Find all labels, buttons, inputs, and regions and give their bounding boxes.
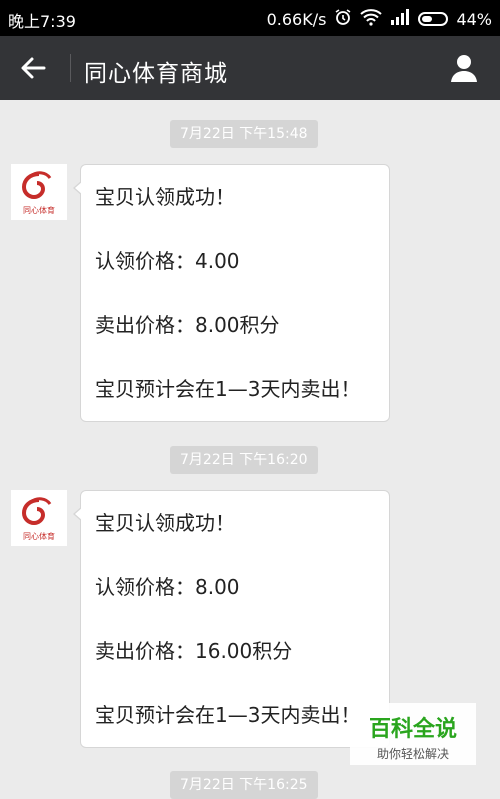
avatar[interactable]: 同心体育 (11, 164, 67, 220)
battery-level: 44% (456, 9, 492, 29)
message-line: 宝贝预计会在1—3天内卖出！ (95, 703, 361, 727)
wifi-icon (360, 8, 383, 30)
watermark-title: 百科全说 (368, 717, 457, 742)
page-title: 同心体育商城 (84, 61, 228, 87)
message-timestamp: 7月22日 下午16:20 (170, 446, 318, 474)
message-line: 宝贝预计会在1—3天内卖出！ (95, 377, 361, 401)
watermark-subtitle: 助你轻松解决 (376, 747, 449, 761)
tongxin-logo-icon: 同心体育 (21, 497, 55, 541)
svg-text:同心体育: 同心体育 (23, 205, 55, 215)
signal-icon (390, 9, 410, 29)
message-line: 宝贝认领成功！ (95, 511, 235, 535)
avatar[interactable]: 同心体育 (11, 490, 67, 546)
message-line: 宝贝认领成功！ (95, 185, 235, 209)
nav-divider (70, 54, 71, 82)
back-arrow-icon[interactable] (16, 52, 52, 84)
message-timestamp: 7月22日 下午16:25 (170, 771, 318, 799)
tongxin-logo-icon: 同心体育 (21, 171, 55, 215)
message-bubble: 宝贝认领成功！ 认领价格：8.00 卖出价格：16.00积分 宝贝预计会在1—3… (73, 490, 390, 748)
message-bubble: 宝贝认领成功！ 认领价格：4.00 卖出价格：8.00积分 宝贝预计会在1—3天… (73, 164, 390, 422)
nav-bar: 同心体育商城 (0, 36, 500, 100)
svg-text:同心体育: 同心体育 (23, 531, 55, 541)
message-line: 认领价格：8.00 (95, 575, 240, 599)
message-line: 卖出价格：8.00积分 (95, 313, 280, 337)
battery-icon (418, 12, 449, 26)
network-speed: 0.66K/s (266, 9, 327, 29)
watermark: 百科全说 助你轻松解决 (350, 703, 476, 765)
message-line: 认领价格：4.00 (95, 249, 240, 273)
message-timestamp: 7月22日 下午15:48 (170, 120, 318, 148)
status-right: 0.66K/s 44% (267, 8, 492, 30)
message-line: 卖出价格：16.00积分 (95, 639, 293, 663)
status-bar: 晚上7:39 0.66K/s 44% (0, 0, 500, 36)
alarm-icon (334, 8, 352, 30)
status-time: 晚上7:39 (8, 12, 76, 31)
user-profile-icon[interactable] (448, 52, 480, 84)
